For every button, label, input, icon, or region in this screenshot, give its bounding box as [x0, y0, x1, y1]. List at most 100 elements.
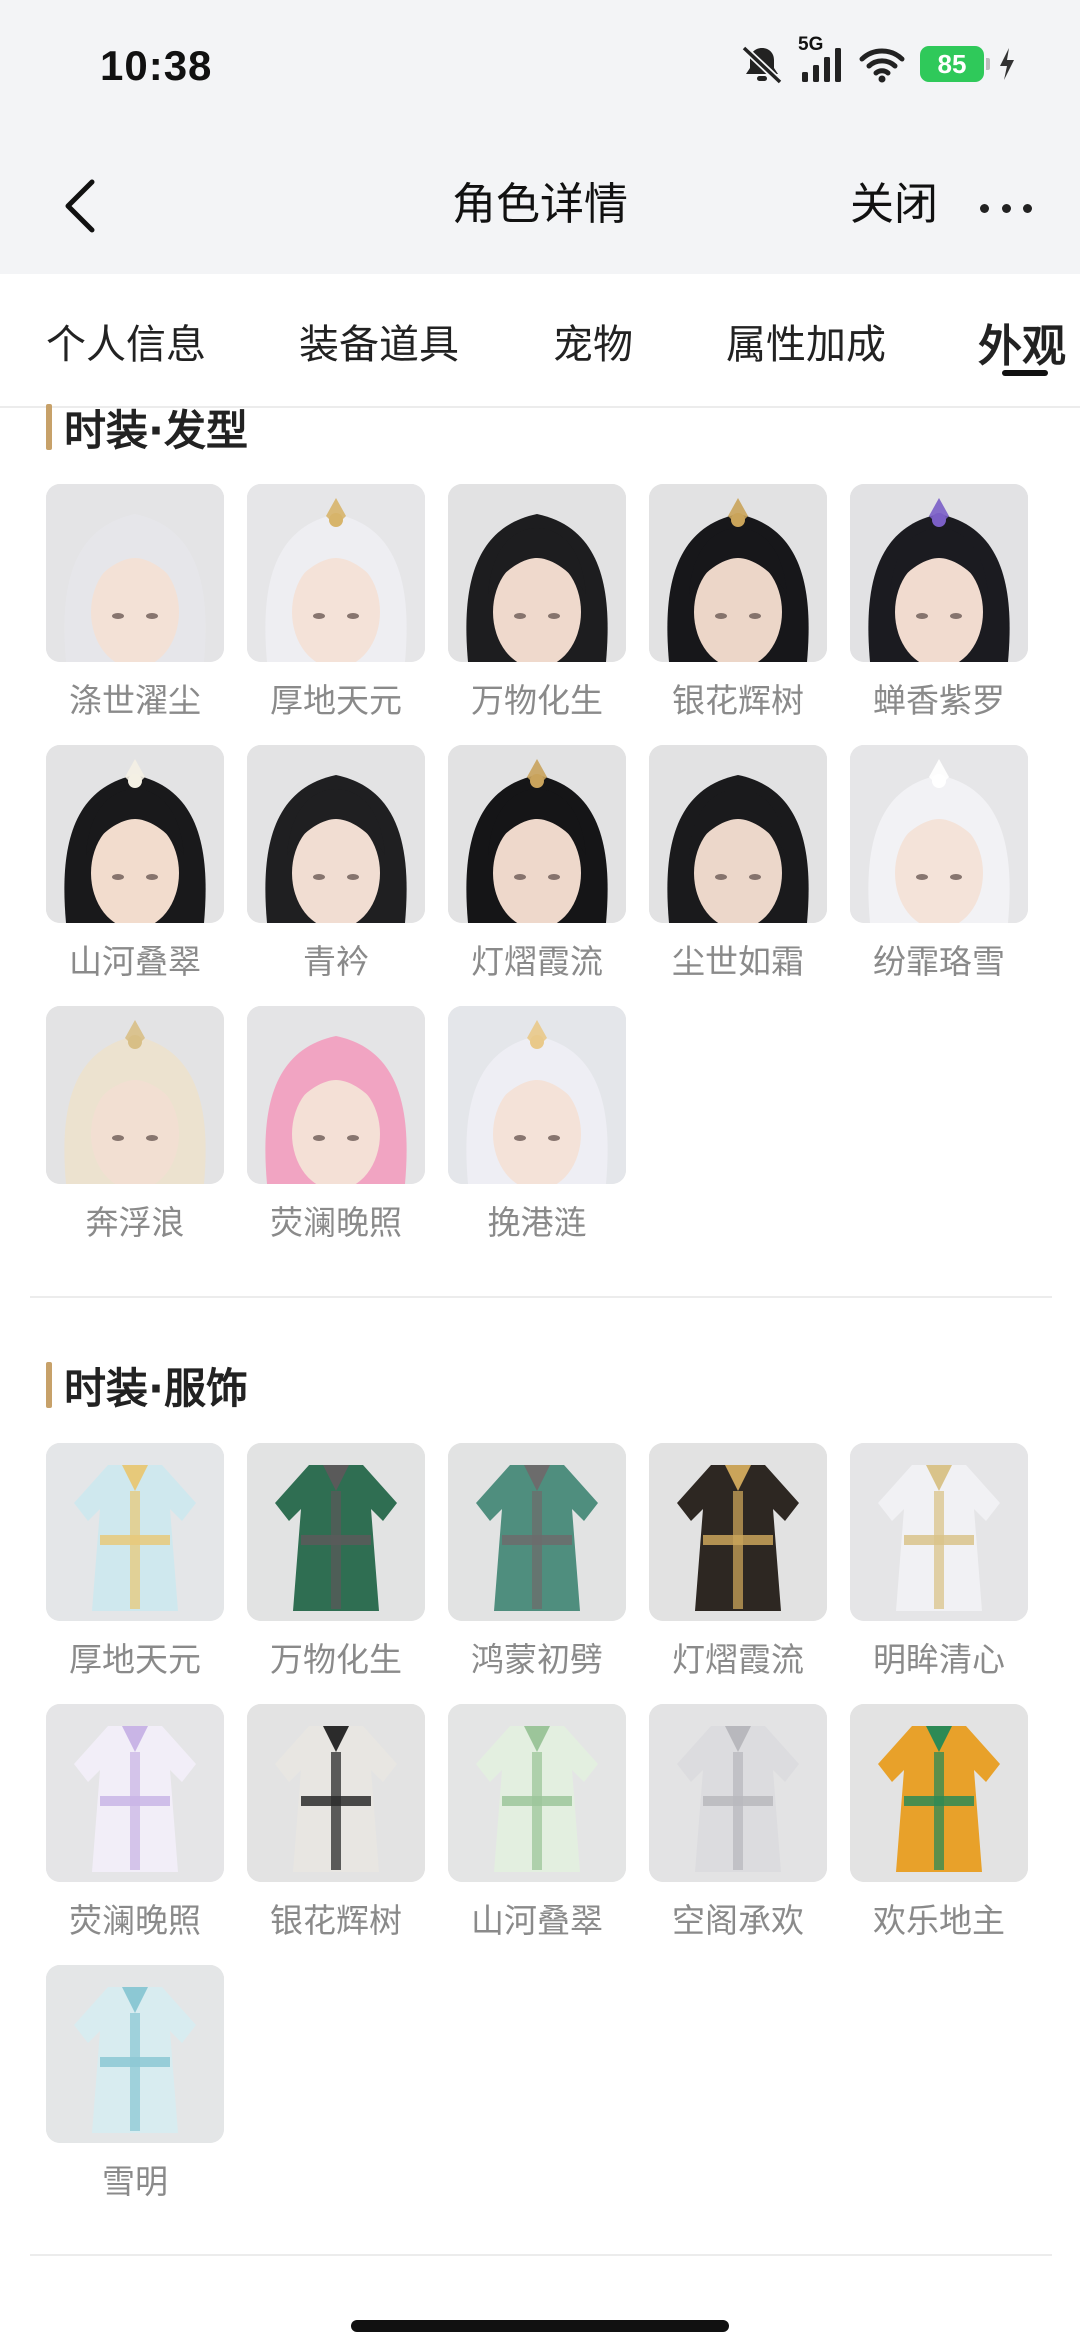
hair-label: 蝉香紫罗 [873, 681, 1005, 720]
more-dot-icon [1023, 203, 1032, 213]
outfit-label: 荧澜晚照 [69, 1901, 201, 1940]
hair-thumbnail [46, 1006, 224, 1184]
hair-label: 尘世如霜 [672, 942, 804, 981]
hair-label: 银花辉树 [672, 681, 804, 720]
tab-bar: 个人信息 装备道具 宠物 属性加成 外观 [0, 274, 1080, 408]
outfit-label: 鸿蒙初劈 [471, 1640, 603, 1679]
hair-thumbnail [448, 484, 626, 662]
section-title-hair-label: 时装·发型 [64, 405, 248, 455]
nav-bar: 角色详情 关闭 [0, 140, 1080, 274]
hair-thumbnail [247, 1006, 425, 1184]
section-title-outfit-label: 时装·服饰 [64, 1363, 248, 1413]
hair-thumbnail [247, 745, 425, 923]
hair-thumbnail [649, 484, 827, 662]
more-dot-icon [980, 203, 989, 213]
section-title-hair: 时装·发型 [46, 402, 248, 455]
hair-item[interactable]: 青衿 [247, 745, 425, 981]
hair-label: 灯熠霞流 [471, 942, 603, 981]
hair-thumbnail [247, 484, 425, 662]
section-accent-bar [46, 404, 52, 450]
wifi-icon [858, 44, 906, 84]
tab-pets[interactable]: 宠物 [553, 312, 633, 370]
outfit-item[interactable]: 灯熠霞流 [649, 1443, 827, 1679]
outfit-thumbnail [46, 1443, 224, 1621]
outfit-thumbnail [850, 1443, 1028, 1621]
outfit-grid: 厚地天元 万物化生 鸿蒙初劈 灯熠霞流 明眸清心荧澜晚照 银花辉树 山河叠翠 空阁承欢 欢乐地主… [46, 1443, 1028, 2201]
close-button[interactable]: 关闭 [850, 168, 938, 232]
hair-thumbnail [850, 745, 1028, 923]
outfit-label: 欢乐地主 [873, 1901, 1005, 1940]
hair-item[interactable]: 纷霏珞雪 [850, 745, 1028, 981]
outfit-label: 空阁承欢 [672, 1901, 804, 1940]
section-divider [30, 2254, 1052, 2256]
hair-label: 厚地天元 [270, 681, 402, 720]
hair-label: 山河叠翠 [69, 942, 201, 981]
hair-thumbnail [649, 745, 827, 923]
hair-thumbnail [448, 745, 626, 923]
outfit-item[interactable]: 荧澜晚照 [46, 1704, 224, 1940]
hair-item[interactable]: 尘世如霜 [649, 745, 827, 981]
outfit-item[interactable]: 鸿蒙初劈 [448, 1443, 626, 1679]
outfit-thumbnail [448, 1443, 626, 1621]
section-accent-bar [46, 1362, 52, 1408]
hair-label: 奔浮浪 [85, 1203, 185, 1242]
hair-item[interactable]: 蝉香紫罗 [850, 484, 1028, 720]
outfit-item[interactable]: 银花辉树 [247, 1704, 425, 1940]
hair-label: 涤世濯尘 [69, 681, 201, 720]
outfit-thumbnail [850, 1704, 1028, 1882]
tab-equipment[interactable]: 装备道具 [299, 312, 459, 370]
outfit-label: 万物化生 [270, 1640, 402, 1679]
tab-attribute-bonus[interactable]: 属性加成 [726, 312, 886, 370]
hair-item[interactable]: 涤世濯尘 [46, 484, 224, 720]
hair-item[interactable]: 厚地天元 [247, 484, 425, 720]
outfit-label: 山河叠翠 [471, 1901, 603, 1940]
outfit-item[interactable]: 雪明 [46, 1965, 224, 2201]
section-title-outfit: 时装·服饰 [46, 1360, 248, 1413]
outfit-thumbnail [247, 1443, 425, 1621]
hair-item[interactable]: 银花辉树 [649, 484, 827, 720]
hair-label: 万物化生 [471, 681, 603, 720]
outfit-thumbnail [448, 1704, 626, 1882]
outfit-thumbnail [649, 1704, 827, 1882]
hair-thumbnail [448, 1006, 626, 1184]
hair-thumbnail [46, 745, 224, 923]
hair-item[interactable]: 山河叠翠 [46, 745, 224, 981]
outfit-label: 雪明 [102, 2162, 168, 2201]
section-divider [30, 1296, 1052, 1298]
cellular-signal-icon: 5G [798, 34, 844, 84]
outfit-label: 灯熠霞流 [672, 1640, 804, 1679]
hair-thumbnail [46, 484, 224, 662]
outfit-item[interactable]: 山河叠翠 [448, 1704, 626, 1940]
outfit-label: 银花辉树 [270, 1901, 402, 1940]
outfit-item[interactable]: 空阁承欢 [649, 1704, 827, 1940]
status-bar: 10:38 5G 85 [0, 0, 1080, 140]
hair-thumbnail [850, 484, 1028, 662]
hair-label: 青衿 [303, 942, 369, 981]
hair-item[interactable]: 万物化生 [448, 484, 626, 720]
hair-label: 荧澜晚照 [270, 1203, 402, 1242]
outfit-thumbnail [46, 1965, 224, 2143]
status-time: 10:38 [100, 42, 213, 89]
outfit-item[interactable]: 万物化生 [247, 1443, 425, 1679]
hair-item[interactable]: 奔浮浪 [46, 1006, 224, 1242]
outfit-thumbnail [247, 1704, 425, 1882]
home-indicator[interactable] [351, 2320, 729, 2332]
hair-item[interactable]: 灯熠霞流 [448, 745, 626, 981]
battery-level: 85 [937, 48, 967, 79]
outfit-item[interactable]: 欢乐地主 [850, 1704, 1028, 1940]
outfit-item[interactable]: 厚地天元 [46, 1443, 224, 1679]
tab-appearance[interactable]: 外观 [978, 310, 1066, 374]
hair-item[interactable]: 荧澜晚照 [247, 1006, 425, 1242]
more-options-button[interactable] [980, 188, 1032, 228]
network-type-label: 5G [798, 34, 824, 55]
tab-active-indicator [1002, 370, 1048, 376]
hair-item[interactable]: 挽港涟 [448, 1006, 626, 1242]
outfit-thumbnail [649, 1443, 827, 1621]
status-icons: 5G 85 [738, 34, 1016, 84]
charging-icon [998, 46, 1016, 82]
outfit-thumbnail [46, 1704, 224, 1882]
hair-label: 纷霏珞雪 [873, 942, 1005, 981]
outfit-item[interactable]: 明眸清心 [850, 1443, 1028, 1679]
tab-personal-info[interactable]: 个人信息 [46, 312, 206, 370]
battery-icon: 85 [920, 46, 990, 82]
